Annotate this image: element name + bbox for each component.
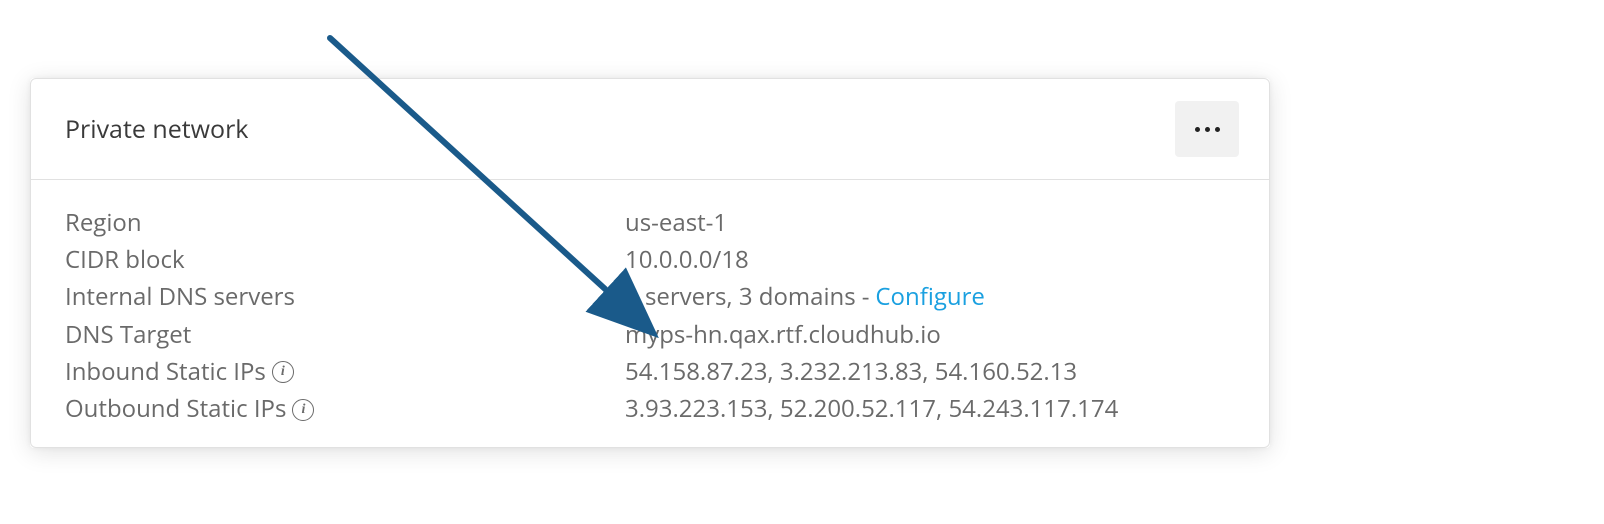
dns-servers-separator: - <box>862 278 870 315</box>
ellipsis-icon <box>1215 127 1220 132</box>
private-network-card: Private network Region us-east-1 CIDR bl… <box>30 78 1270 448</box>
inbound-ips-label: Inbound Static IPs i <box>65 353 625 390</box>
dns-target-row: DNS Target myps-hn.qax.rtf.cloudhub.io <box>65 316 1235 353</box>
cidr-label: CIDR block <box>65 241 625 278</box>
outbound-ips-value: 3.93.223.153, 52.200.52.117, 54.243.117.… <box>625 390 1118 427</box>
cidr-value: 10.0.0.0/18 <box>625 241 749 278</box>
dns-servers-summary: 3 servers, 3 domains <box>625 278 856 315</box>
ellipsis-icon <box>1195 127 1200 132</box>
card-body: Region us-east-1 CIDR block 10.0.0.0/18 … <box>30 180 1270 448</box>
dns-servers-value: 3 servers, 3 domains -Configure <box>625 278 985 315</box>
configure-link[interactable]: Configure <box>875 278 984 315</box>
region-label: Region <box>65 204 625 241</box>
region-value: us-east-1 <box>625 204 727 241</box>
dns-servers-label: Internal DNS servers <box>65 278 625 315</box>
cidr-row: CIDR block 10.0.0.0/18 <box>65 241 1235 278</box>
outbound-ips-label-text: Outbound Static IPs <box>65 390 286 427</box>
info-icon[interactable]: i <box>292 399 314 421</box>
dns-servers-row: Internal DNS servers 3 servers, 3 domain… <box>65 278 1235 315</box>
region-row: Region us-east-1 <box>65 204 1235 241</box>
card-title: Private network <box>65 112 248 146</box>
inbound-ips-row: Inbound Static IPs i 54.158.87.23, 3.232… <box>65 353 1235 390</box>
card-header: Private network <box>30 78 1270 180</box>
dns-target-value: myps-hn.qax.rtf.cloudhub.io <box>625 316 941 353</box>
more-actions-button[interactable] <box>1175 101 1239 157</box>
inbound-ips-label-text: Inbound Static IPs <box>65 353 266 390</box>
outbound-ips-row: Outbound Static IPs i 3.93.223.153, 52.2… <box>65 390 1235 427</box>
dns-target-label: DNS Target <box>65 316 625 353</box>
ellipsis-icon <box>1205 127 1210 132</box>
outbound-ips-label: Outbound Static IPs i <box>65 390 625 427</box>
info-icon[interactable]: i <box>272 361 294 383</box>
inbound-ips-value: 54.158.87.23, 3.232.213.83, 54.160.52.13 <box>625 353 1077 390</box>
